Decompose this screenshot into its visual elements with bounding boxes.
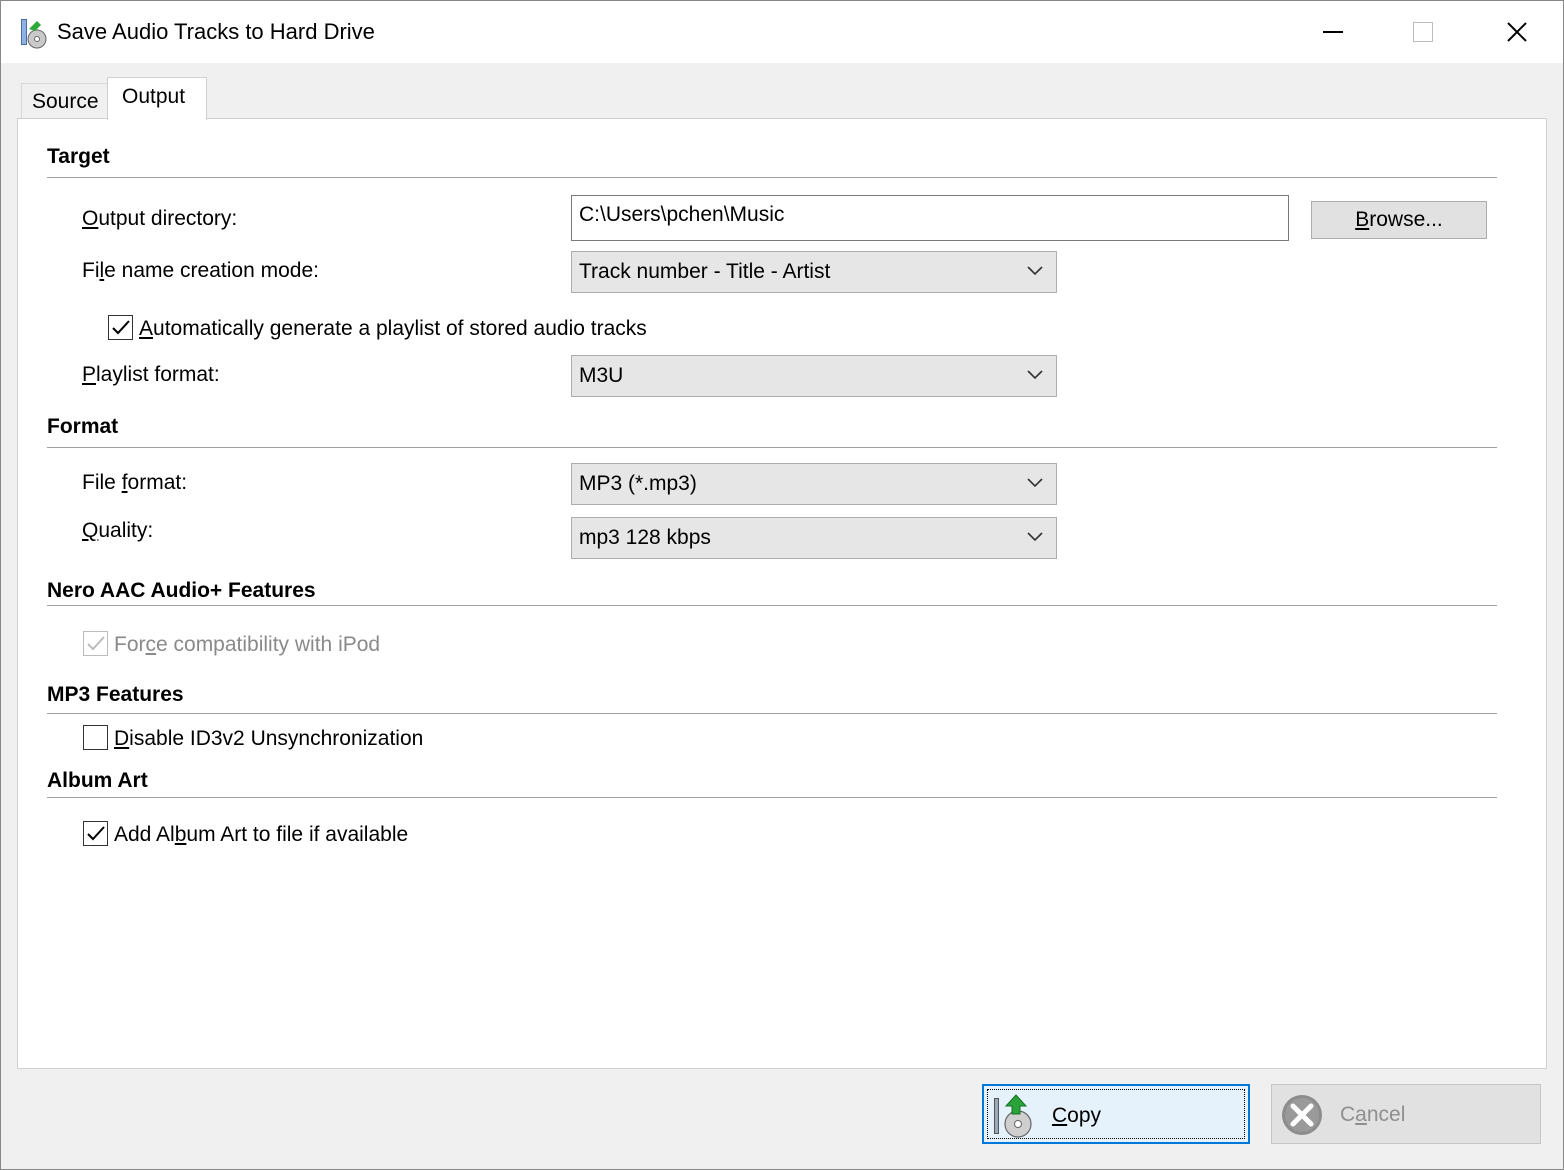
cancel-button: Cancel <box>1271 1084 1541 1144</box>
add-album-art-checkbox[interactable] <box>83 821 108 846</box>
close-button[interactable] <box>1471 1 1563 63</box>
tab-output-label: Output <box>122 85 186 108</box>
copy-button[interactable]: Copy <box>982 1084 1250 1144</box>
window-title: Save Audio Tracks to Hard Drive <box>57 19 375 44</box>
browse-button[interactable]: Browse... <box>1311 201 1487 239</box>
playlist-format-label: Playlist format: <box>82 363 220 386</box>
close-icon <box>1507 22 1527 42</box>
output-directory-input[interactable]: C:\Users\pchen\Music <box>571 195 1289 241</box>
section-divider-album-art <box>47 797 1497 798</box>
maximize-button <box>1377 1 1469 63</box>
file-format-value: MP3 (*.mp3) <box>579 472 697 495</box>
file-name-mode-select[interactable]: Track number - Title - Artist <box>571 251 1057 293</box>
copy-button-label: Copy <box>1052 1104 1102 1127</box>
output-directory-label: Output directory: <box>82 207 238 230</box>
chevron-down-icon <box>1027 478 1043 488</box>
section-divider-mp3-features <box>47 713 1497 714</box>
file-name-mode-label: File name creation mode: <box>82 259 319 282</box>
tab-source-label: Source <box>32 90 99 113</box>
auto-playlist-checkbox[interactable] <box>108 315 133 340</box>
file-format-label: File format: <box>82 471 188 494</box>
file-format-select[interactable]: MP3 (*.mp3) <box>571 463 1057 505</box>
checkmark-icon <box>112 320 130 335</box>
minimize-icon <box>1323 31 1343 33</box>
nero-app-icon <box>19 17 49 49</box>
checkmark-icon <box>87 826 105 841</box>
playlist-format-value: M3U <box>579 364 624 387</box>
checkmark-icon <box>87 636 105 651</box>
minimize-button[interactable] <box>1287 1 1379 63</box>
auto-playlist-label[interactable]: Automatically generate a playlist of sto… <box>139 317 647 341</box>
section-divider-format <box>47 447 1497 448</box>
tab-source[interactable]: Source <box>21 83 109 119</box>
chevron-down-icon <box>1027 532 1043 542</box>
section-title-mp3-features: MP3 Features <box>47 683 184 706</box>
quality-value: mp3 128 kbps <box>579 526 711 549</box>
chevron-down-icon <box>1027 370 1043 380</box>
section-title-format: Format <box>47 415 119 438</box>
quality-select[interactable]: mp3 128 kbps <box>571 517 1057 559</box>
section-divider-nero-aac <box>47 605 1497 606</box>
section-title-nero-aac: Nero AAC Audio+ Features <box>47 579 316 602</box>
maximize-icon <box>1413 22 1433 42</box>
title-bar[interactable]: Save Audio Tracks to Hard Drive <box>1 1 1563 63</box>
cancel-x-circle-icon <box>1282 1095 1322 1135</box>
chevron-down-icon <box>1027 266 1043 276</box>
disable-id3v2-label[interactable]: Disable ID3v2 Unsynchronization <box>114 727 423 751</box>
tab-output[interactable]: Output <box>107 77 207 120</box>
section-divider-target <box>47 177 1497 178</box>
add-album-art-label[interactable]: Add Album Art to file if available <box>114 823 408 847</box>
copy-to-disk-icon <box>994 1094 1032 1138</box>
file-name-mode-value: Track number - Title - Artist <box>579 260 831 283</box>
quality-label: Quality: <box>82 519 154 542</box>
disable-id3v2-checkbox[interactable] <box>83 725 108 750</box>
force-ipod-label: Force compatibility with iPod <box>114 633 381 656</box>
section-title-target: Target <box>47 145 110 168</box>
cancel-button-label: Cancel <box>1340 1103 1406 1126</box>
dialog-window: Save Audio Tracks to Hard Drive Source O… <box>0 0 1564 1170</box>
section-title-album-art: Album Art <box>47 769 148 792</box>
playlist-format-select[interactable]: M3U <box>571 355 1057 397</box>
force-ipod-checkbox <box>83 631 108 656</box>
